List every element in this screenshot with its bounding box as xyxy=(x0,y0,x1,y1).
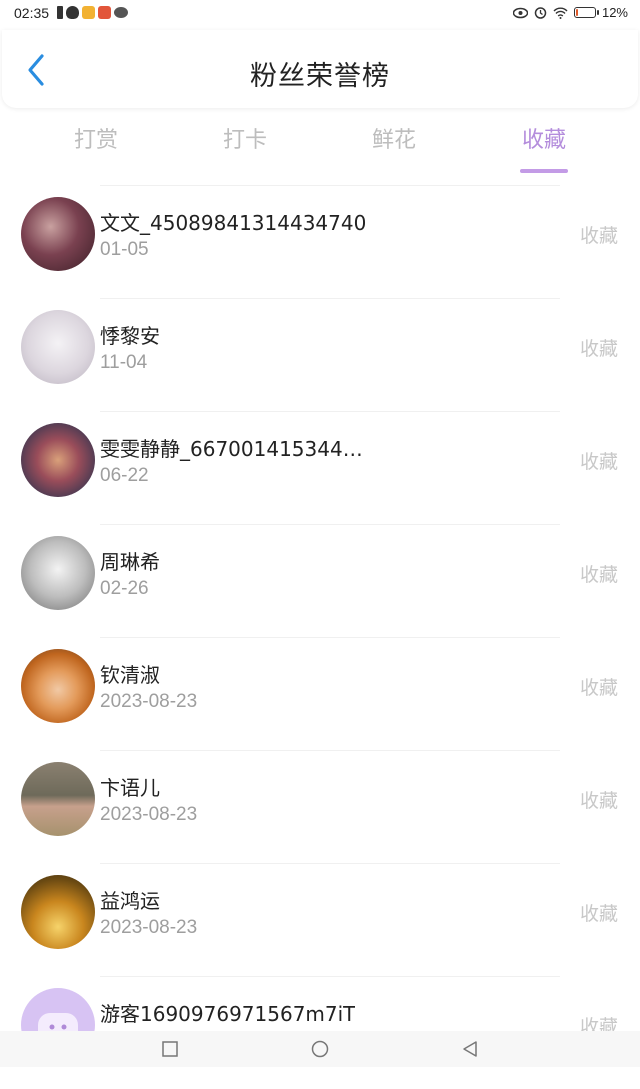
status-time: 02:35 xyxy=(14,5,50,21)
fan-name: 文文_45089841314434740 xyxy=(100,211,367,235)
fan-date: 02-26 xyxy=(100,578,149,599)
list-item[interactable]: 文文_45089841314434740 01-05 收藏 xyxy=(0,185,640,298)
action-label: 收藏 xyxy=(579,451,618,473)
app-icon-yellow xyxy=(82,6,95,19)
app-icon-red xyxy=(98,6,111,19)
status-right: 12% xyxy=(512,5,628,20)
fan-name: 益鸿运 xyxy=(100,889,160,913)
list-item[interactable]: 周琳希 02-26 收藏 xyxy=(0,524,640,637)
fan-date: 11-04 xyxy=(100,352,148,373)
divider xyxy=(100,411,560,412)
fan-name: 游客1690976971567m7iT xyxy=(100,1002,356,1026)
tab-favorites-label: 收藏 xyxy=(521,128,566,153)
action-label: 收藏 xyxy=(579,338,618,360)
list-item[interactable]: 悸黎安 11-04 收藏 xyxy=(0,298,640,411)
wifi-icon xyxy=(553,7,568,19)
action-label: 收藏 xyxy=(579,564,618,586)
fan-date: 06-22 xyxy=(100,465,149,486)
list-item[interactable]: 钦清淑 2023-08-23 收藏 xyxy=(0,637,640,750)
sim-icon xyxy=(57,6,63,19)
fan-date: 2023-08-23 xyxy=(100,804,198,825)
status-bar: 02:35 12% xyxy=(0,0,640,28)
fan-name: 雯雯静静_6670014153443... xyxy=(100,437,370,461)
fan-name: 卞语儿 xyxy=(100,776,160,800)
battery-icon xyxy=(573,7,599,18)
avatar[interactable] xyxy=(21,649,95,723)
tab-checkin[interactable]: 打卡 xyxy=(195,122,295,154)
alarm-icon xyxy=(534,7,547,19)
divider xyxy=(100,298,560,299)
battery-percent: 12% xyxy=(601,5,628,20)
square-icon[interactable] xyxy=(161,1040,179,1058)
divider xyxy=(100,976,560,977)
fan-date: 2023-08-23 xyxy=(100,917,198,938)
action-label: 收藏 xyxy=(579,790,618,812)
avatar[interactable] xyxy=(21,197,95,271)
avatar[interactable] xyxy=(21,310,95,384)
avatar[interactable] xyxy=(21,762,95,836)
fan-name: 周琳希 xyxy=(100,550,160,574)
tab-flowers[interactable]: 鲜花 xyxy=(344,122,444,154)
avatar[interactable] xyxy=(21,536,95,610)
divider xyxy=(100,637,560,638)
action-label: 收藏 xyxy=(579,677,618,699)
fan-date: 2023-08-23 xyxy=(100,691,198,712)
action-label: 收藏 xyxy=(579,903,618,925)
fan-list: 文文_45089841314434740 01-05 收藏 悸黎安 11-04 … xyxy=(0,185,640,1089)
eye-icon xyxy=(512,7,528,18)
action-label: 收藏 xyxy=(579,225,618,247)
avatar[interactable] xyxy=(21,875,95,949)
avatar[interactable] xyxy=(21,423,95,497)
fan-date: 01-05 xyxy=(100,239,149,260)
top-header: 粉丝荣誉榜 xyxy=(2,30,638,108)
divider xyxy=(100,863,560,864)
active-tab-indicator xyxy=(520,169,568,173)
list-item[interactable]: 雯雯静静_6670014153443... 06-22 收藏 xyxy=(0,411,640,524)
list-item[interactable]: 卞语儿 2023-08-23 收藏 xyxy=(0,750,640,863)
notification-icons xyxy=(57,6,128,19)
divider xyxy=(100,524,560,525)
wechat-icon xyxy=(114,7,128,18)
fan-name: 钦清淑 xyxy=(100,663,160,687)
divider xyxy=(100,750,560,751)
tab-reward[interactable]: 打赏 xyxy=(46,122,146,154)
page-title: 粉丝荣誉榜 xyxy=(250,61,390,92)
circle-icon[interactable] xyxy=(311,1040,329,1058)
qq-icon xyxy=(66,6,79,19)
fan-name: 悸黎安 xyxy=(100,324,160,348)
tab-bar: 打赏 打卡 鲜花 收藏 xyxy=(0,112,640,173)
list-item[interactable]: 益鸿运 2023-08-23 收藏 xyxy=(0,863,640,976)
system-nav-bar xyxy=(0,1031,640,1067)
divider xyxy=(100,185,560,186)
triangle-back-icon[interactable] xyxy=(461,1040,479,1058)
tab-favorites[interactable]: 收藏 xyxy=(494,122,594,173)
